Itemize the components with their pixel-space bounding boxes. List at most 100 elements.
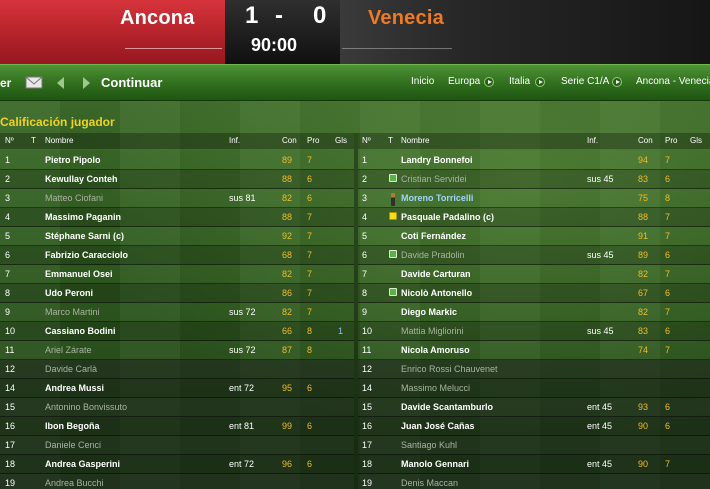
table-row[interactable]: 10 Mattia Migliorini sus 45 83 6: [358, 322, 710, 341]
table-row[interactable]: 15 Antonino Bonvissuto: [0, 398, 354, 417]
table-row[interactable]: 16 Juan José Cañas ent 45 90 6: [358, 417, 710, 436]
forward-arrow-icon[interactable]: [82, 76, 92, 90]
table-row[interactable]: 2 Kewullay Conteh 88 6: [0, 170, 354, 189]
table-row[interactable]: 9 Diego Markic 82 7: [358, 303, 710, 322]
table-row[interactable]: 9 Marco Martini sus 72 82 7: [0, 303, 354, 322]
table-row[interactable]: 5 Stéphane Sarni (c) 92 7: [0, 227, 354, 246]
col-header-goals[interactable]: Gls: [690, 136, 702, 145]
col-header-info[interactable]: Inf.: [229, 136, 240, 145]
table-row[interactable]: 17 Santiago Kuhl: [358, 436, 710, 455]
player-name[interactable]: Andrea Gasperini: [45, 459, 120, 469]
player-name[interactable]: Nicolò Antonello: [401, 288, 472, 298]
player-name[interactable]: Santiago Kuhl: [401, 440, 457, 450]
player-name[interactable]: Diego Markic: [401, 307, 457, 317]
player-name[interactable]: Landry Bonnefoi: [401, 155, 473, 165]
home-team-name[interactable]: Ancona: [120, 7, 195, 30]
breadcrumb-italy-dropdown-icon[interactable]: [535, 77, 545, 87]
player-name[interactable]: Marco Martini: [45, 307, 100, 317]
player-name[interactable]: Juan José Cañas: [401, 421, 475, 431]
table-row[interactable]: 8 Udo Peroni 86 7: [0, 284, 354, 303]
player-name[interactable]: Pietro Pipolo: [45, 155, 101, 165]
player-name[interactable]: Mattia Migliorini: [401, 326, 464, 336]
table-row[interactable]: 12 Davide Carlà: [0, 360, 354, 379]
table-row[interactable]: 7 Emmanuel Osei 82 7: [0, 265, 354, 284]
table-row[interactable]: 17 Daniele Cenci: [0, 436, 354, 455]
col-header-rating[interactable]: Pro: [665, 136, 677, 145]
player-name[interactable]: Davide Scantamburlo: [401, 402, 493, 412]
table-row[interactable]: 1 Pietro Pipolo 89 7: [0, 151, 354, 170]
table-row[interactable]: 18 Andrea Gasperini ent 72 96 6: [0, 455, 354, 474]
col-header-type[interactable]: T: [388, 136, 393, 145]
player-name[interactable]: Massimo Melucci: [401, 383, 470, 393]
player-name[interactable]: Kewullay Conteh: [45, 174, 118, 184]
breadcrumb-europe-dropdown-icon[interactable]: [484, 77, 494, 87]
player-name[interactable]: Matteo Ciofani: [45, 193, 103, 203]
player-name[interactable]: Enrico Rossi Chauvenet: [401, 364, 498, 374]
breadcrumb-italy[interactable]: Italia: [509, 76, 530, 87]
player-name[interactable]: Antonino Bonvissuto: [45, 402, 127, 412]
table-row[interactable]: 4 Massimo Paganin 88 7: [0, 208, 354, 227]
player-name[interactable]: Andrea Bucchi: [45, 478, 104, 488]
breadcrumb-league[interactable]: Serie C1/A: [561, 76, 609, 87]
col-header-condition[interactable]: Con: [282, 136, 297, 145]
breadcrumb-league-dropdown-icon[interactable]: [612, 77, 622, 87]
player-name[interactable]: Manolo Gennari: [401, 459, 469, 469]
player-name[interactable]: Massimo Paganin: [45, 212, 121, 222]
table-row[interactable]: 4 Pasquale Padalino (c) 88 7: [358, 208, 710, 227]
table-row[interactable]: 6 Fabrizio Caracciolo 68 7: [0, 246, 354, 265]
table-row[interactable]: 3 Moreno Torricelli 75 8: [358, 189, 710, 208]
player-name[interactable]: Pasquale Padalino (c): [401, 212, 494, 222]
breadcrumb-europe[interactable]: Europa: [448, 76, 480, 87]
col-header-type[interactable]: T: [31, 136, 36, 145]
table-row[interactable]: 14 Andrea Mussi ent 72 95 6: [0, 379, 354, 398]
player-name[interactable]: Coti Fernández: [401, 231, 466, 241]
col-header-number[interactable]: Nº: [362, 136, 371, 145]
table-row[interactable]: 12 Enrico Rossi Chauvenet: [358, 360, 710, 379]
player-name[interactable]: Fabrizio Caracciolo: [45, 250, 128, 260]
mail-icon[interactable]: [25, 75, 43, 90]
table-row[interactable]: 6 Davide Pradolin sus 45 89 6: [358, 246, 710, 265]
col-header-name[interactable]: Nombre: [401, 136, 429, 145]
table-row[interactable]: 3 Matteo Ciofani sus 81 82 6: [0, 189, 354, 208]
table-row[interactable]: 1 Landry Bonnefoi 94 7: [358, 151, 710, 170]
player-name[interactable]: Denis Maccan: [401, 478, 458, 488]
col-header-goals[interactable]: Gls: [335, 136, 347, 145]
player-name[interactable]: Cristian Servidei: [401, 174, 467, 184]
table-row[interactable]: 14 Massimo Melucci: [358, 379, 710, 398]
table-row[interactable]: 16 Ibon Begoña ent 81 99 6: [0, 417, 354, 436]
table-row[interactable]: 2 Cristian Servidei sus 45 83 6: [358, 170, 710, 189]
player-name[interactable]: Davide Pradolin: [401, 250, 465, 260]
back-arrow-icon[interactable]: [55, 76, 65, 90]
nav-left-label[interactable]: er: [0, 76, 11, 90]
col-header-rating[interactable]: Pro: [307, 136, 319, 145]
col-header-condition[interactable]: Con: [638, 136, 653, 145]
player-name[interactable]: Cassiano Bodini: [45, 326, 116, 336]
player-name[interactable]: Daniele Cenci: [45, 440, 101, 450]
player-name[interactable]: Nicola Amoruso: [401, 345, 470, 355]
table-row[interactable]: 11 Nicola Amoruso 74 7: [358, 341, 710, 360]
col-header-number[interactable]: Nº: [5, 136, 14, 145]
player-name[interactable]: Stéphane Sarni (c): [45, 231, 124, 241]
table-row[interactable]: 7 Davide Carturan 82 7: [358, 265, 710, 284]
player-name[interactable]: Emmanuel Osei: [45, 269, 113, 279]
player-name[interactable]: Davide Carlà: [45, 364, 97, 374]
table-row[interactable]: 5 Coti Fernández 91 7: [358, 227, 710, 246]
breadcrumb-home[interactable]: Inicio: [411, 76, 434, 87]
table-row[interactable]: 15 Davide Scantamburlo ent 45 93 6: [358, 398, 710, 417]
away-team-name[interactable]: Venecia: [368, 7, 444, 30]
table-row[interactable]: 10 Cassiano Bodini 66 8 1: [0, 322, 354, 341]
continue-button[interactable]: Continuar: [101, 75, 162, 90]
table-row[interactable]: 19 Denis Maccan: [358, 474, 710, 489]
col-header-info[interactable]: Inf.: [587, 136, 598, 145]
col-header-name[interactable]: Nombre: [45, 136, 73, 145]
player-name[interactable]: Ariel Zárate: [45, 345, 92, 355]
player-name[interactable]: Andrea Mussi: [45, 383, 104, 393]
breadcrumb-match[interactable]: Ancona - Venecia: [636, 76, 710, 87]
player-name[interactable]: Ibon Begoña: [45, 421, 100, 431]
table-row[interactable]: 19 Andrea Bucchi: [0, 474, 354, 489]
player-name[interactable]: Udo Peroni: [45, 288, 93, 298]
player-name[interactable]: Davide Carturan: [401, 269, 471, 279]
table-row[interactable]: 18 Manolo Gennari ent 45 90 7: [358, 455, 710, 474]
table-row[interactable]: 8 Nicolò Antonello 67 6: [358, 284, 710, 303]
player-name[interactable]: Moreno Torricelli: [401, 193, 473, 203]
